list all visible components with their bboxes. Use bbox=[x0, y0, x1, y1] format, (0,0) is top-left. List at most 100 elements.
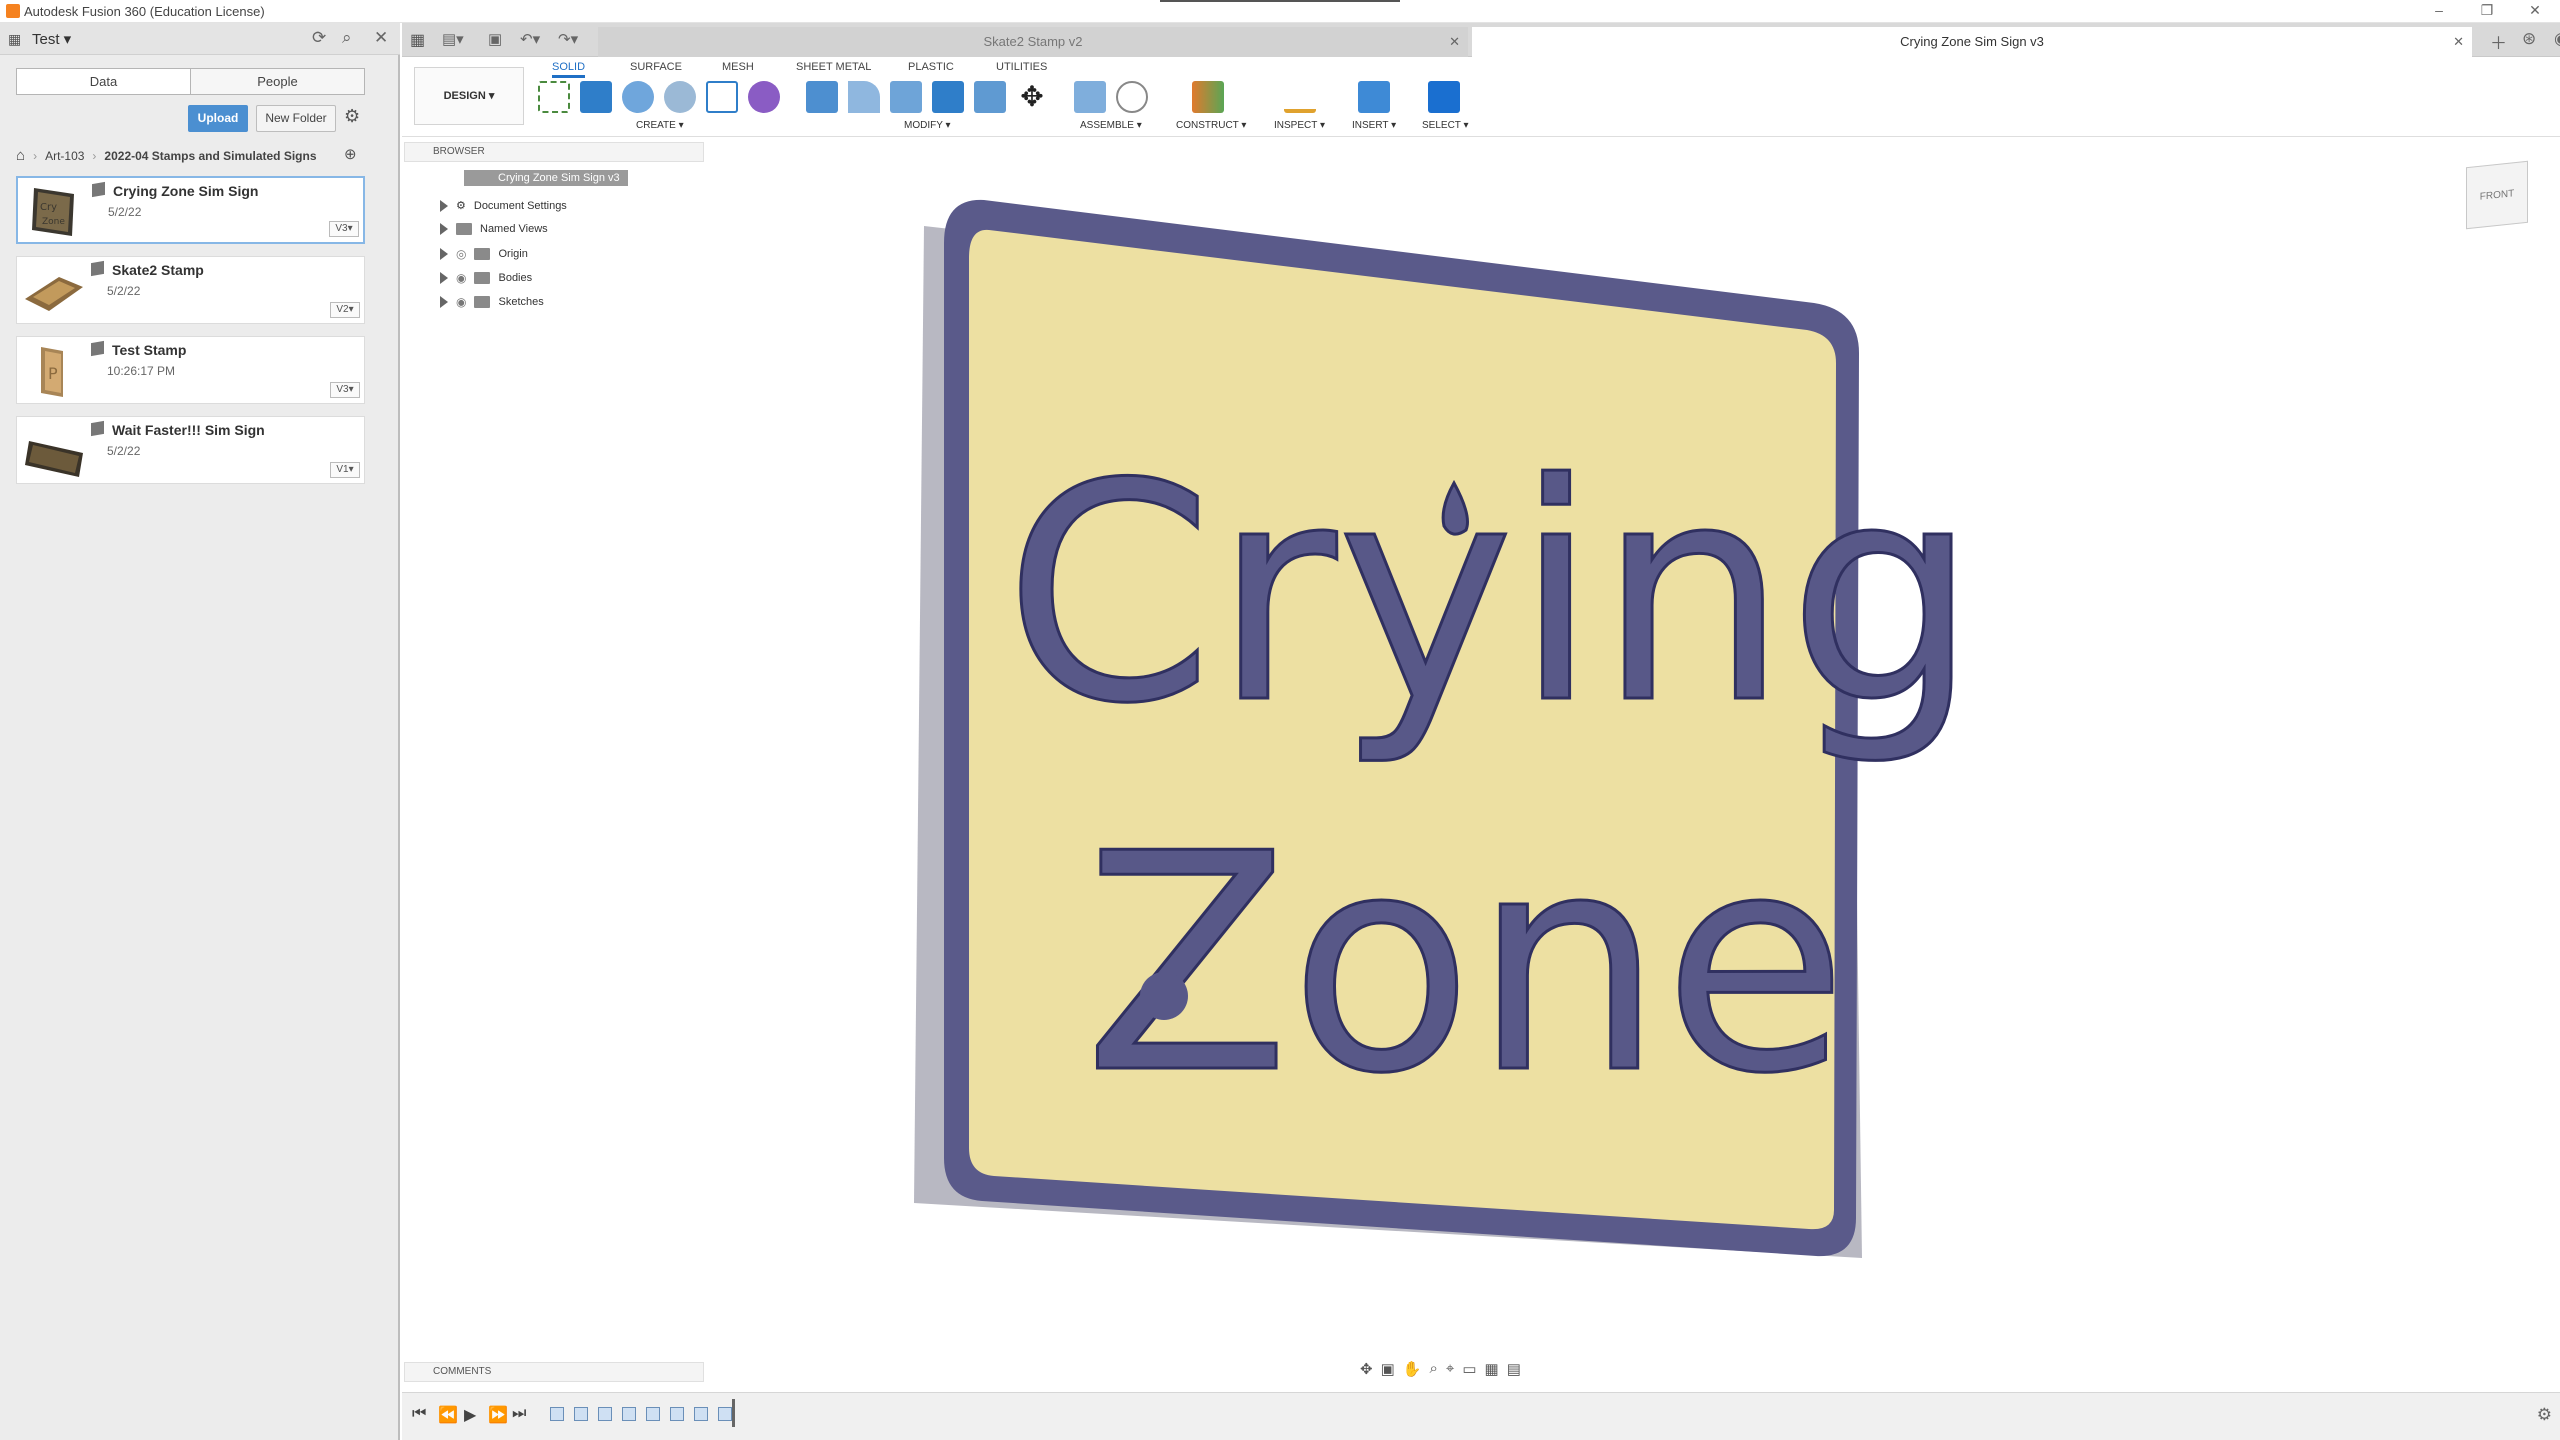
project-grid-icon[interactable]: ▦ bbox=[8, 31, 21, 48]
tab-utilities[interactable]: UTILITIES bbox=[996, 61, 1047, 73]
comments-panel[interactable]: COMMENTS bbox=[404, 1362, 704, 1382]
timeline-feature-icon[interactable] bbox=[598, 1407, 612, 1421]
fillet-icon[interactable] bbox=[848, 81, 880, 113]
tab-sheet-metal[interactable]: SHEET METAL bbox=[796, 61, 871, 73]
create-sketch-icon[interactable] bbox=[538, 81, 570, 113]
tab-data[interactable]: Data bbox=[17, 69, 191, 94]
play-icon[interactable]: ▶ bbox=[464, 1405, 476, 1425]
close-tab-icon[interactable]: ✕ bbox=[1449, 27, 1460, 57]
browser-root-node[interactable]: Crying Zone Sim Sign v3 bbox=[464, 170, 628, 186]
workspace-switcher[interactable]: DESIGN ▾ bbox=[414, 67, 524, 125]
breadcrumb-art-103[interactable]: Art-103 bbox=[45, 149, 84, 163]
undo-icon[interactable]: ↶▾ bbox=[520, 30, 540, 48]
grid-settings-icon[interactable]: ▦ bbox=[1485, 1360, 1499, 1384]
file-card[interactable]: Cry Zone Crying Zone Sim Sign 5/2/22 V3▾ bbox=[16, 176, 365, 244]
refresh-icon[interactable]: ⟳ bbox=[312, 28, 326, 48]
tab-people[interactable]: People bbox=[191, 69, 364, 94]
display-settings-icon[interactable]: ▭ bbox=[1462, 1360, 1476, 1384]
browser-node-bodies[interactable]: ◉ Bodies bbox=[424, 271, 532, 285]
tab-skate2-stamp[interactable]: Skate2 Stamp v2 ✕ bbox=[598, 27, 1468, 57]
tab-surface[interactable]: SURFACE bbox=[630, 61, 682, 73]
look-at-icon[interactable]: ▣ bbox=[1381, 1360, 1395, 1384]
new-folder-button[interactable]: New Folder bbox=[256, 105, 336, 132]
save-icon[interactable]: ▣ bbox=[488, 30, 502, 48]
version-badge[interactable]: V2▾ bbox=[330, 302, 360, 318]
apps-grid-icon[interactable]: ▦ bbox=[410, 30, 425, 50]
form-icon[interactable] bbox=[748, 81, 780, 113]
file-card[interactable]: P Test Stamp 10:26:17 PM V3▾ bbox=[16, 336, 365, 404]
upload-button[interactable]: Upload bbox=[188, 105, 248, 132]
timeline-feature-icon[interactable] bbox=[646, 1407, 660, 1421]
timeline-feature-icon[interactable] bbox=[574, 1407, 588, 1421]
revolve-icon[interactable] bbox=[622, 81, 654, 113]
joint-icon[interactable] bbox=[1116, 81, 1148, 113]
close-window-button[interactable]: ✕ bbox=[2520, 2, 2550, 19]
group-create[interactable]: CREATE ▾ bbox=[636, 120, 684, 131]
settings-gear-icon[interactable]: ⚙ bbox=[344, 106, 360, 127]
timeline-marker[interactable] bbox=[732, 1399, 735, 1427]
group-select[interactable]: SELECT ▾ bbox=[1422, 120, 1469, 131]
new-tab-icon[interactable]: ＋ bbox=[2490, 29, 2507, 54]
redo-icon[interactable]: ↷▾ bbox=[558, 30, 578, 48]
step-back-icon[interactable]: ⏪ bbox=[438, 1405, 458, 1425]
measure-icon[interactable] bbox=[1284, 81, 1316, 113]
orbit-icon[interactable]: ✥ bbox=[1360, 1360, 1373, 1384]
browser-node-origin[interactable]: ◎ Origin bbox=[424, 247, 528, 261]
group-insert[interactable]: INSERT ▾ bbox=[1352, 120, 1396, 131]
search-icon[interactable]: ⌕ bbox=[342, 28, 352, 48]
view-cube[interactable]: FRONT bbox=[2466, 160, 2528, 230]
group-assemble[interactable]: ASSEMBLE ▾ bbox=[1080, 120, 1142, 131]
move-copy-icon[interactable]: ✥ bbox=[1016, 81, 1048, 113]
timeline-feature-icon[interactable] bbox=[670, 1407, 684, 1421]
canvas-viewport[interactable]: Crying Zone bbox=[404, 138, 2560, 1388]
file-card[interactable]: Wait Faster!!! Sim Sign 5/2/22 V1▾ bbox=[16, 416, 365, 484]
visibility-eye-icon[interactable]: ◉ bbox=[456, 295, 466, 309]
group-construct[interactable]: CONSTRUCT ▾ bbox=[1176, 120, 1246, 131]
timeline-feature-icon[interactable] bbox=[694, 1407, 708, 1421]
combine-icon[interactable] bbox=[932, 81, 964, 113]
version-badge[interactable]: V3▾ bbox=[330, 382, 360, 398]
press-pull-icon[interactable] bbox=[806, 81, 838, 113]
tab-mesh[interactable]: MESH bbox=[722, 61, 754, 73]
share-globe-icon[interactable]: ⊕ bbox=[344, 145, 357, 163]
close-panel-icon[interactable]: ✕ bbox=[374, 28, 388, 48]
browser-node-document-settings[interactable]: ⚙ Document Settings bbox=[424, 199, 567, 212]
go-to-start-icon[interactable]: ⏮ bbox=[412, 1405, 426, 1423]
minimize-button[interactable]: – bbox=[2424, 2, 2454, 18]
pan-icon[interactable]: ✋ bbox=[1403, 1360, 1422, 1384]
job-status-icon[interactable]: ◉ bbox=[2554, 29, 2560, 49]
group-modify[interactable]: MODIFY ▾ bbox=[904, 120, 951, 131]
visibility-eye-icon[interactable]: ◉ bbox=[456, 271, 466, 285]
offset-plane-icon[interactable] bbox=[1192, 81, 1224, 113]
browser-header[interactable]: BROWSER bbox=[404, 142, 704, 162]
visibility-eye-icon[interactable]: ◎ bbox=[456, 247, 466, 261]
new-component-icon[interactable] bbox=[1074, 81, 1106, 113]
close-tab-icon[interactable]: ✕ bbox=[2453, 27, 2464, 57]
browser-node-sketches[interactable]: ◉ Sketches bbox=[424, 295, 544, 309]
offset-face-icon[interactable] bbox=[974, 81, 1006, 113]
version-badge[interactable]: V3▾ bbox=[329, 221, 359, 237]
version-badge[interactable]: V1▾ bbox=[330, 462, 360, 478]
file-card[interactable]: Skate2 Stamp 5/2/22 V2▾ bbox=[16, 256, 365, 324]
timeline-feature-icon[interactable] bbox=[622, 1407, 636, 1421]
breadcrumb-current-folder[interactable]: 2022-04 Stamps and Simulated Signs bbox=[104, 149, 316, 163]
hole-icon[interactable] bbox=[664, 81, 696, 113]
restore-button[interactable]: ❐ bbox=[2472, 2, 2502, 19]
step-forward-icon[interactable]: ⏩ bbox=[488, 1405, 508, 1425]
tab-solid[interactable]: SOLID bbox=[552, 61, 586, 78]
go-to-end-icon[interactable]: ⏭ bbox=[512, 1405, 526, 1423]
home-icon[interactable]: ⌂ bbox=[16, 147, 25, 164]
timeline-feature-icon[interactable] bbox=[718, 1407, 732, 1421]
shell-icon[interactable] bbox=[890, 81, 922, 113]
extrude-icon[interactable] bbox=[580, 81, 612, 113]
timeline-feature-icon[interactable] bbox=[550, 1407, 564, 1421]
viewports-icon[interactable]: ▤ bbox=[1507, 1360, 1521, 1384]
pattern-icon[interactable] bbox=[706, 81, 738, 113]
tab-plastic[interactable]: PLASTIC bbox=[908, 61, 954, 73]
insert-image-icon[interactable] bbox=[1358, 81, 1390, 113]
timeline-settings-icon[interactable]: ⚙ bbox=[2537, 1405, 2552, 1425]
extensions-icon[interactable]: ⊛ bbox=[2522, 29, 2536, 49]
project-selector[interactable]: Test ▾ bbox=[32, 30, 71, 48]
tab-crying-zone[interactable]: Crying Zone Sim Sign v3 ✕ bbox=[1472, 27, 2472, 57]
select-icon[interactable] bbox=[1428, 81, 1460, 113]
